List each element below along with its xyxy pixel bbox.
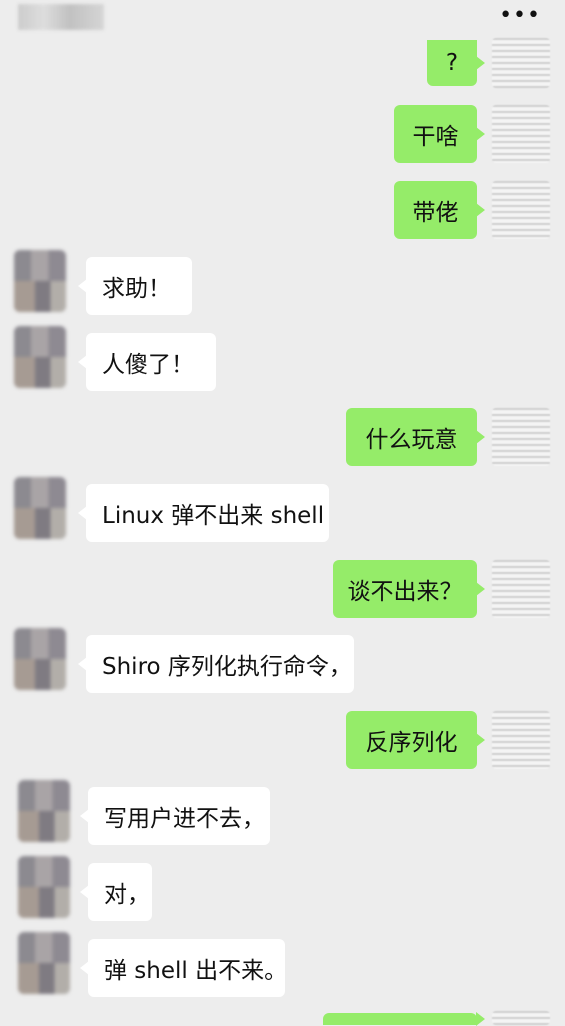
my-avatar[interactable] xyxy=(492,1011,550,1025)
message-bubble-incoming[interactable]: 人傻了！ xyxy=(78,333,216,391)
message-bubble-outgoing[interactable]: 带佬 xyxy=(394,181,485,239)
message-bubble-outgoing[interactable]: 干啥 xyxy=(394,105,485,163)
contact-avatar[interactable] xyxy=(14,250,66,312)
message-bubble-incoming[interactable]: Linux 弹不出来 shell xyxy=(78,484,329,542)
message-text: ? xyxy=(445,50,459,76)
contact-avatar[interactable] xyxy=(18,856,70,918)
contact-avatar[interactable] xyxy=(18,932,70,994)
my-avatar[interactable] xyxy=(492,181,550,239)
message-text: 什么玩意 xyxy=(365,427,458,453)
contact-avatar[interactable] xyxy=(14,628,66,690)
message-text: 反序列化 xyxy=(365,730,458,756)
message-bubble-outgoing[interactable]: ? xyxy=(427,40,485,86)
message-bubble-incoming[interactable]: 写用户进不去， xyxy=(80,787,270,845)
message-text: Shiro 序列化执行命令， xyxy=(102,654,352,680)
message-bubble-outgoing[interactable] xyxy=(323,1012,485,1026)
my-avatar[interactable] xyxy=(492,38,550,88)
message-text: 写用户进不去， xyxy=(104,806,265,832)
message-text: 带佬 xyxy=(412,200,459,226)
message-bubble-incoming[interactable]: 求助！ xyxy=(78,257,192,315)
message-text: 谈不出来？ xyxy=(347,579,463,605)
message-list: ? 干啥 带佬 求助！ 人傻了！ 什么玩意 Linux 弹不出来 shell 谈… xyxy=(0,0,565,1026)
message-text: 求助！ xyxy=(102,276,171,302)
message-text: 弹 shell 出不来。 xyxy=(104,958,288,984)
message-bubble-incoming[interactable]: 对， xyxy=(80,863,152,921)
message-text: 人傻了！ xyxy=(102,352,194,378)
contact-avatar[interactable] xyxy=(18,780,70,842)
message-bubble-outgoing[interactable]: 什么玩意 xyxy=(346,408,485,466)
my-avatar[interactable] xyxy=(492,408,550,466)
message-bubble-incoming[interactable]: 弹 shell 出不来。 xyxy=(80,939,288,997)
contact-avatar[interactable] xyxy=(14,477,66,539)
my-avatar[interactable] xyxy=(492,105,550,163)
my-avatar[interactable] xyxy=(492,711,550,769)
message-text: 对， xyxy=(104,882,150,908)
contact-avatar[interactable] xyxy=(14,326,66,388)
message-text: Linux 弹不出来 shell xyxy=(102,503,325,529)
message-text: 干啥 xyxy=(412,124,459,150)
message-bubble-outgoing[interactable]: 反序列化 xyxy=(346,711,485,769)
message-bubble-outgoing[interactable]: 谈不出来？ xyxy=(333,560,485,618)
message-bubble-incoming[interactable]: Shiro 序列化执行命令， xyxy=(78,635,354,693)
my-avatar[interactable] xyxy=(492,560,550,618)
